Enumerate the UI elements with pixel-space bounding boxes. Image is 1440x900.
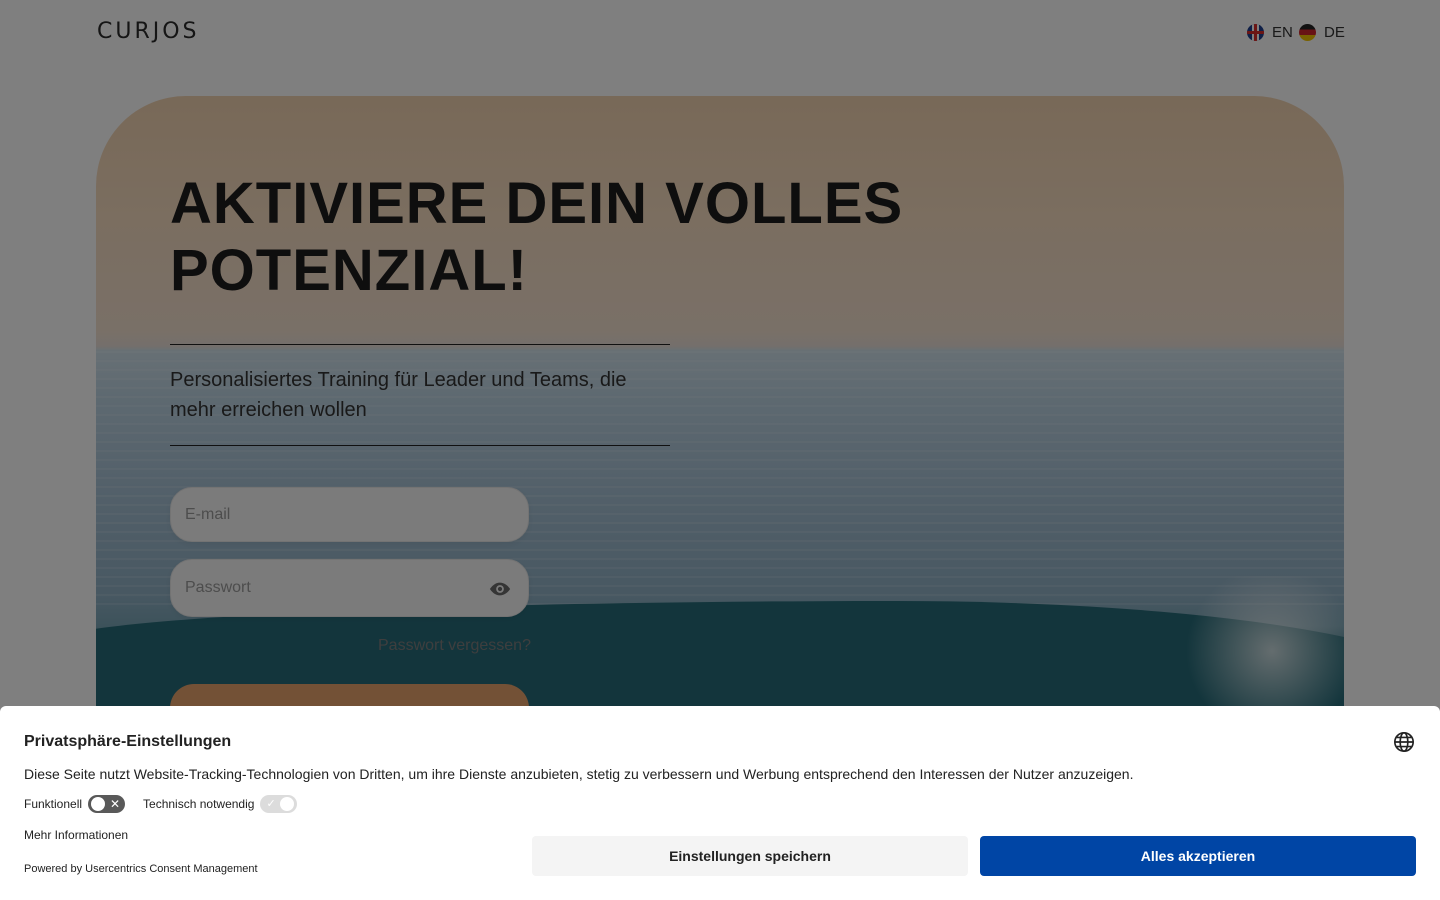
consent-toggles: Funktionell ✕ Technisch notwendig ✓ xyxy=(24,794,315,814)
save-settings-button[interactable]: Einstellungen speichern xyxy=(532,836,968,876)
powered-by-text: Powered by Usercentrics Consent Manageme… xyxy=(24,863,258,875)
toggle-functional[interactable]: ✕ xyxy=(88,795,126,813)
accept-all-button[interactable]: Alles akzeptieren xyxy=(980,836,1416,876)
toggle-necessary-label: Technisch notwendig xyxy=(143,797,255,811)
consent-description: Diese Seite nutzt Website-Tracking-Techn… xyxy=(24,766,1134,782)
toggle-functional-label: Funktionell xyxy=(24,797,83,811)
consent-banner: Privatsphäre-Einstellungen Diese Seite n… xyxy=(0,706,1440,900)
globe-icon[interactable] xyxy=(1393,731,1415,753)
toggle-necessary: ✓ xyxy=(260,795,298,813)
more-info-link[interactable]: Mehr Informationen xyxy=(24,828,128,842)
close-icon: ✕ xyxy=(109,797,121,811)
toggle-knob xyxy=(280,797,295,811)
consent-title: Privatsphäre-Einstellungen xyxy=(24,733,232,750)
check-icon: ✓ xyxy=(266,798,276,810)
toggle-knob xyxy=(91,797,106,811)
